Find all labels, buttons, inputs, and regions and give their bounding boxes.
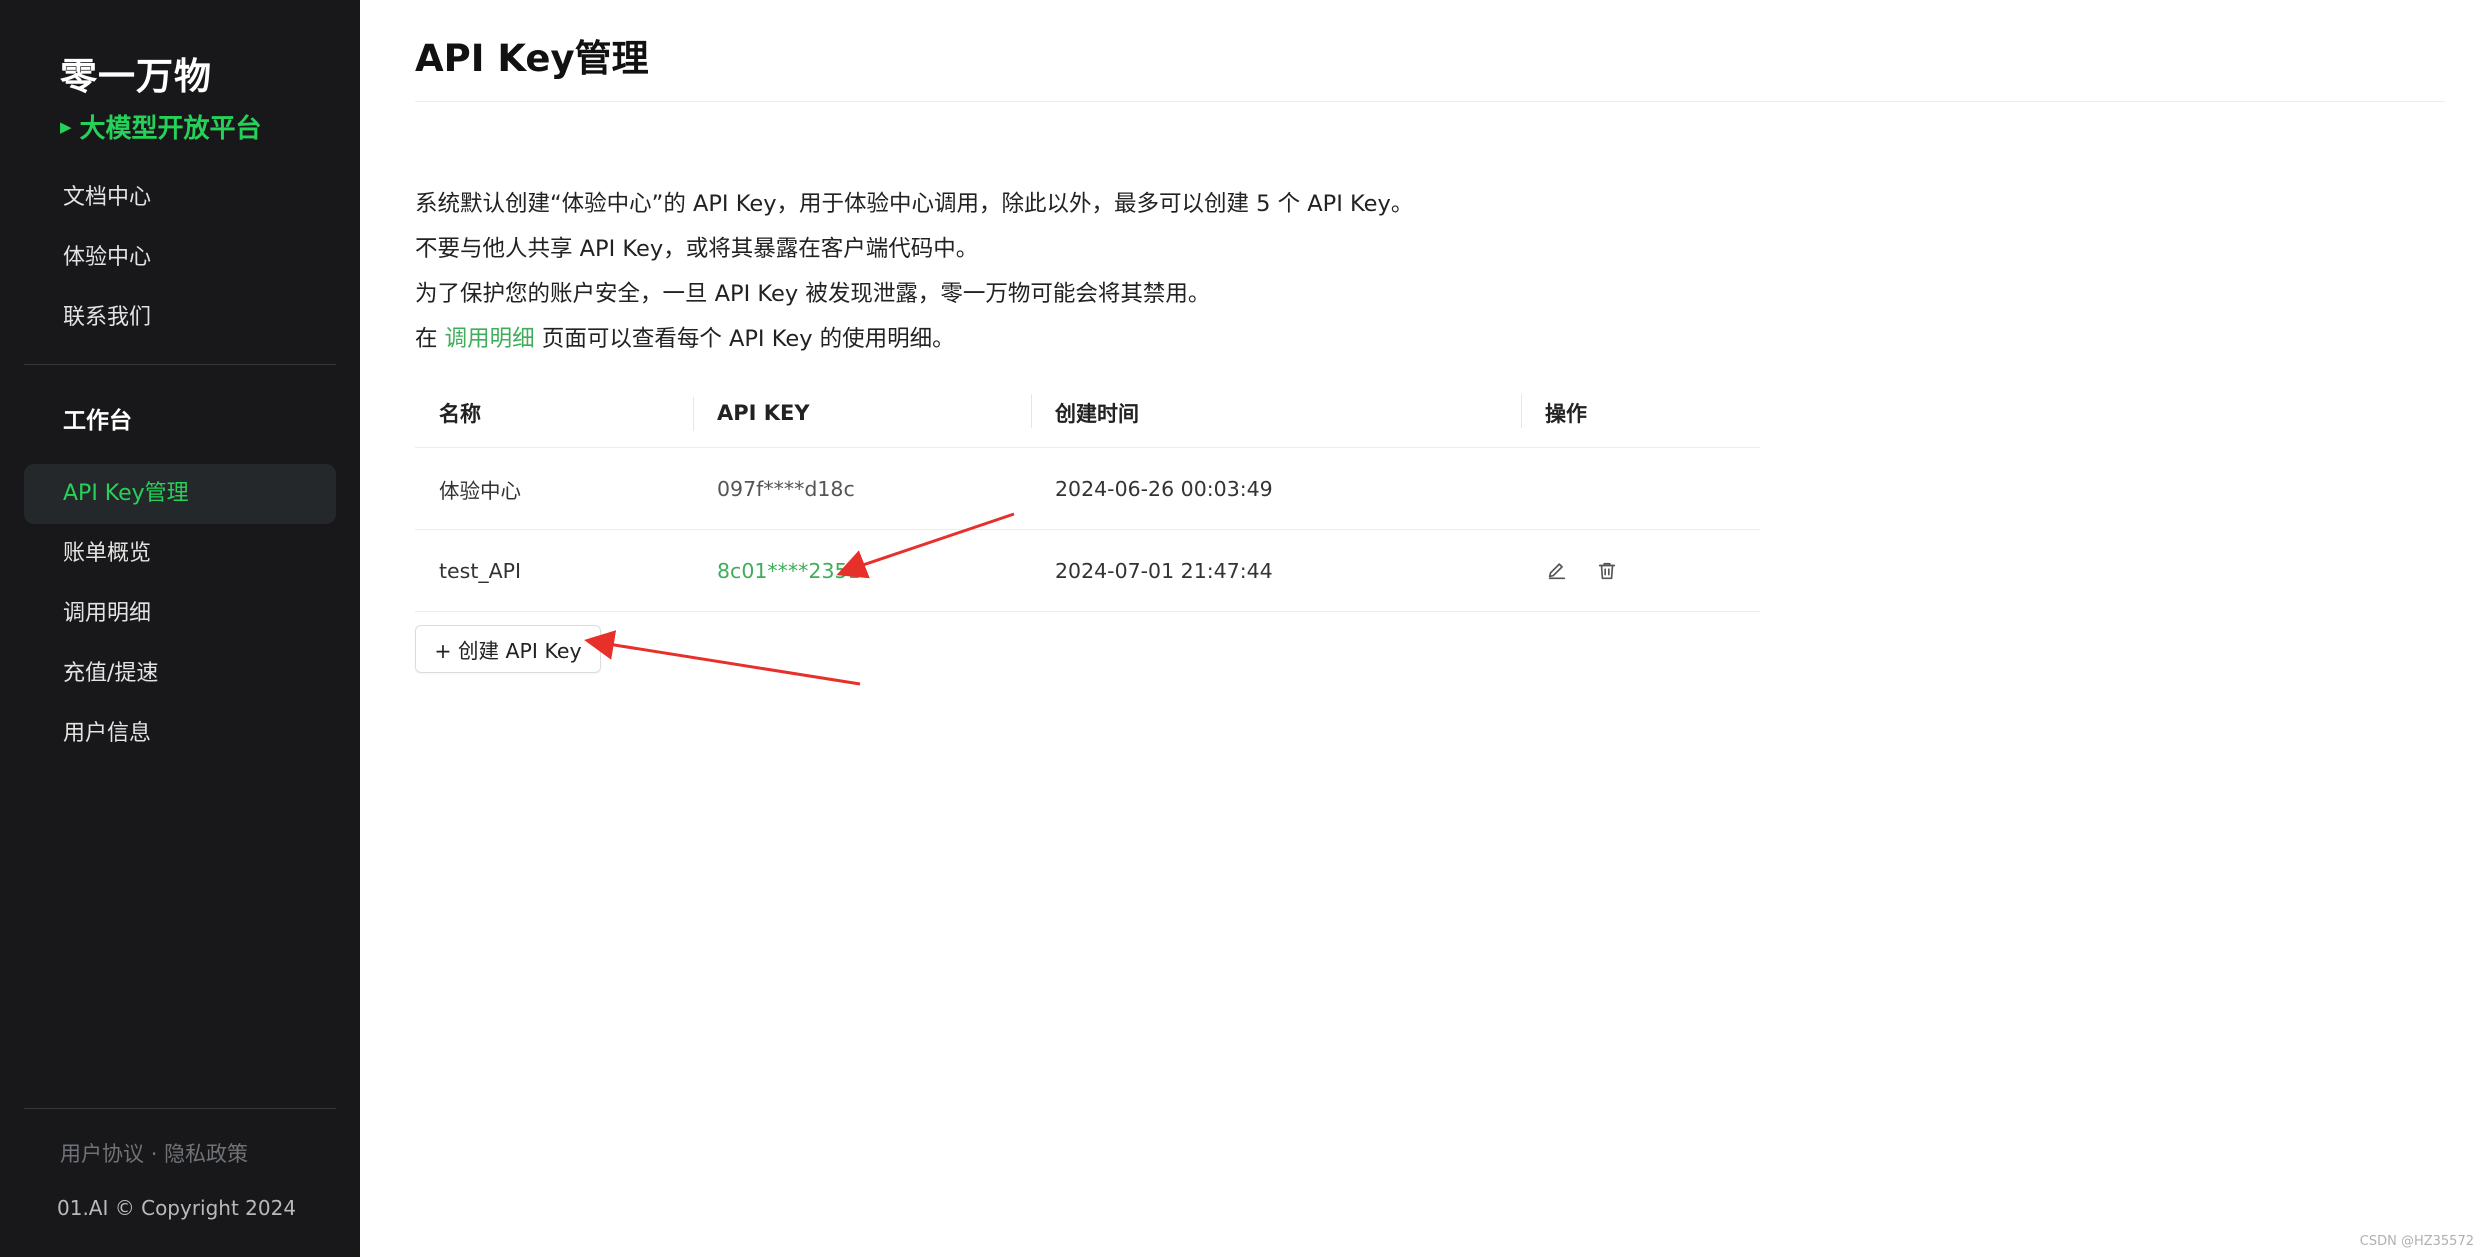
- usage-details-link[interactable]: 调用明细: [445, 326, 535, 352]
- cell-api-key[interactable]: 097f****d18c: [693, 477, 1031, 501]
- sidebar-item-usage[interactable]: 调用明细: [24, 584, 336, 644]
- page-title: API Key管理: [415, 37, 649, 80]
- info-line: 在 调用明细 页面可以查看每个 API Key 的使用明细。: [415, 317, 1413, 362]
- cell-api-key[interactable]: 8c01****2351: [693, 559, 1031, 583]
- privacy-policy-link[interactable]: 隐私政策: [164, 1142, 248, 1166]
- footer-links: 用户协议 · 隐私政策: [60, 1138, 248, 1168]
- api-key-table: 名称 API KEY 创建时间 操作 体验中心 097f****d18c 202…: [415, 378, 1760, 612]
- info-line: 系统默认创建“体验中心”的 API Key，用于体验中心调用，除此以外，最多可以…: [415, 191, 1414, 217]
- user-agreement-link[interactable]: 用户协议: [60, 1142, 144, 1166]
- sidebar-item-contact[interactable]: 联系我们: [24, 288, 336, 348]
- info-text: 系统默认创建“体验中心”的 API Key，用于体验中心调用，除此以外，最多可以…: [415, 182, 1413, 362]
- sidebar-item-playground[interactable]: 体验中心: [24, 228, 336, 288]
- info-line: 为了保护您的账户安全，一旦 API Key 被发现泄露，零一万物可能会将其禁用。: [415, 281, 1211, 307]
- table-header: 名称 API KEY 创建时间 操作: [415, 378, 1760, 448]
- create-api-key-button[interactable]: + 创建 API Key: [415, 625, 601, 673]
- info-line4-suffix: 页面可以查看每个 API Key 的使用明细。: [534, 326, 955, 352]
- table-row: 体验中心 097f****d18c 2024-06-26 00:03:49: [415, 448, 1760, 530]
- column-header-created: 创建时间: [1031, 393, 1521, 428]
- brand[interactable]: 零一万物 ▶ 大模型开放平台: [60, 46, 262, 145]
- sidebar-item-docs[interactable]: 文档中心: [24, 168, 336, 228]
- play-triangle-icon: ▶: [60, 117, 72, 136]
- watermark: CSDN @HZ35572: [2359, 1234, 2474, 1249]
- delete-icon[interactable]: [1595, 559, 1619, 583]
- column-header-actions: 操作: [1521, 393, 1760, 428]
- column-header-name: 名称: [439, 401, 481, 426]
- info-line4-prefix: 在: [415, 326, 445, 352]
- sidebar-nav-top: 文档中心 体验中心 联系我们: [24, 168, 336, 348]
- sidebar-item-user-info[interactable]: 用户信息: [24, 704, 336, 764]
- sidebar-section-title: 工作台: [63, 408, 132, 434]
- cell-name: 体验中心: [439, 478, 521, 503]
- main-content: API Key管理 系统默认创建“体验中心”的 API Key，用于体验中心调用…: [360, 0, 2488, 1257]
- footer-separator: ·: [150, 1142, 158, 1166]
- sidebar: 零一万物 ▶ 大模型开放平台 文档中心 体验中心 联系我们 工作台 API Ke…: [0, 0, 360, 1257]
- brand-subtitle: ▶ 大模型开放平台: [60, 108, 262, 145]
- brand-title: 零一万物: [60, 55, 212, 98]
- sidebar-footer-divider: [24, 1108, 336, 1109]
- sidebar-item-recharge[interactable]: 充值/提速: [24, 644, 336, 704]
- cell-name: test_API: [439, 558, 522, 583]
- row-actions: [1545, 559, 1760, 583]
- sidebar-nav-workspace: API Key管理 账单概览 调用明细 充值/提速 用户信息: [24, 464, 336, 764]
- app-window: 零一万物 ▶ 大模型开放平台 文档中心 体验中心 联系我们 工作台 API Ke…: [0, 0, 2488, 1257]
- info-line: 不要与他人共享 API Key，或将其暴露在客户端代码中。: [415, 236, 979, 262]
- brand-subtitle-text: 大模型开放平台: [79, 114, 262, 144]
- sidebar-divider: [24, 364, 336, 365]
- cell-created: 2024-07-01 21:47:44: [1055, 558, 1273, 583]
- cell-actions: [1521, 559, 1760, 583]
- sidebar-item-billing[interactable]: 账单概览: [24, 524, 336, 584]
- copyright: 01.AI © Copyright 2024: [57, 1196, 297, 1220]
- table-row: test_API 8c01****2351 2024-07-01 21:47:4…: [415, 530, 1760, 612]
- cell-created: 2024-06-26 00:03:49: [1055, 476, 1273, 501]
- column-header-key: API KEY: [693, 396, 1031, 431]
- title-divider: [415, 101, 2445, 102]
- sidebar-item-api-key[interactable]: API Key管理: [24, 464, 336, 524]
- edit-icon[interactable]: [1545, 559, 1569, 583]
